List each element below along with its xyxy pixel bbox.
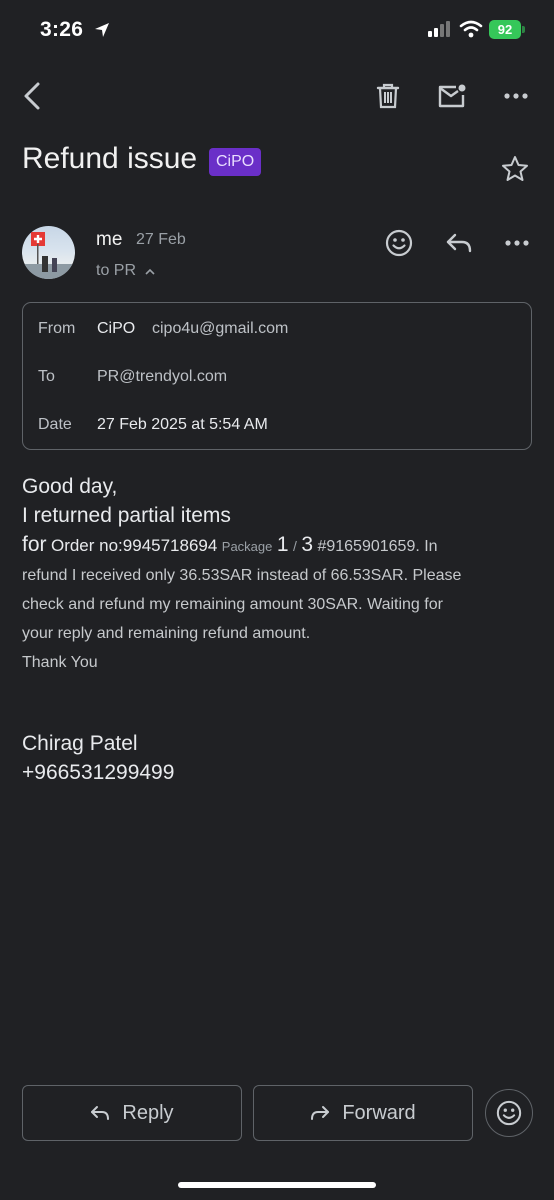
email-subject: Refund issue	[22, 142, 198, 175]
home-indicator[interactable]	[178, 1182, 376, 1188]
from-email[interactable]: cipo4u@gmail.com	[152, 320, 288, 338]
avatar[interactable]	[22, 226, 75, 279]
body-greeting: Good day,	[22, 475, 118, 498]
star-button[interactable]	[500, 154, 532, 186]
package-word: Package	[221, 539, 273, 554]
order-number: Order no:9945718694	[50, 536, 218, 555]
package-separator: /	[292, 538, 297, 554]
wifi-icon	[459, 20, 483, 38]
cellular-signal-icon	[428, 21, 450, 37]
signature-name: Chirag Patel	[22, 732, 138, 755]
label-chip[interactable]: CiPO	[209, 148, 262, 176]
to-label: To	[38, 368, 55, 385]
date-label: Date	[38, 416, 72, 433]
trash-icon	[376, 83, 400, 109]
delete-button[interactable]	[366, 76, 410, 116]
reply-icon	[91, 1106, 110, 1120]
from-name: CiPO	[97, 320, 136, 337]
message-more-button[interactable]	[498, 224, 536, 262]
chevron-left-icon	[24, 82, 40, 110]
star-icon	[502, 156, 528, 181]
reply-icon	[446, 233, 472, 253]
sent-date: 27 Feb	[136, 231, 186, 248]
body-line-2: for Order no:9945718694 Package 1 / 3 #9…	[22, 530, 532, 561]
mail-unread-icon	[438, 84, 466, 108]
date-value: 27 Feb 2025 at 5:54 AM	[97, 416, 268, 433]
emoji-reaction-button[interactable]	[485, 1089, 533, 1137]
signature-phone[interactable]: +966531299499	[22, 758, 174, 787]
forward-icon	[311, 1106, 330, 1120]
recipients-toggle[interactable]: to PR	[96, 262, 156, 280]
more-horizontal-icon	[504, 93, 528, 99]
location-arrow-icon	[95, 23, 109, 37]
battery-tip	[522, 26, 525, 33]
chevron-up-icon	[145, 268, 156, 275]
message-body: Good day, I returned partial items for O…	[22, 472, 532, 677]
add-reaction-button[interactable]	[380, 224, 418, 262]
sender-name: me	[96, 229, 123, 250]
body-line-1: I returned partial items	[22, 504, 231, 527]
for-word: for	[22, 533, 47, 556]
body-line-5: your reply and remaining refund amount.	[22, 625, 311, 642]
message-details: From CiPO cipo4u@gmail.com To PR@trendyo…	[22, 302, 532, 450]
body-line-4: check and refund my remaining amount 30S…	[22, 596, 443, 613]
back-button[interactable]	[12, 76, 52, 116]
status-time: 3:26	[40, 18, 84, 41]
recipients-summary: to PR	[96, 262, 137, 279]
forward-label: Forward	[342, 1101, 416, 1124]
reply-action-button[interactable]: Reply	[22, 1085, 242, 1141]
mark-unread-button[interactable]	[430, 76, 474, 116]
more-horizontal-icon	[505, 240, 529, 246]
battery-indicator: 92	[489, 20, 521, 39]
reply-label: Reply	[122, 1101, 174, 1124]
emoji-icon	[385, 229, 413, 257]
body-line-2-tail: #9165901659. In	[317, 538, 438, 555]
body-thanks: Thank You	[22, 654, 98, 671]
forward-action-button[interactable]: Forward	[253, 1085, 473, 1141]
avatar-photo	[22, 232, 75, 279]
package-number: 1	[276, 533, 289, 556]
reply-button[interactable]	[440, 224, 478, 262]
to-email[interactable]: PR@trendyol.com	[97, 368, 227, 386]
emoji-icon	[496, 1100, 522, 1126]
signature: Chirag Patel +966531299499	[22, 729, 174, 787]
body-line-3: refund I received only 36.53SAR instead …	[22, 567, 462, 584]
package-total: 3	[301, 533, 313, 556]
from-label: From	[38, 320, 76, 337]
more-options-button[interactable]	[494, 76, 538, 116]
